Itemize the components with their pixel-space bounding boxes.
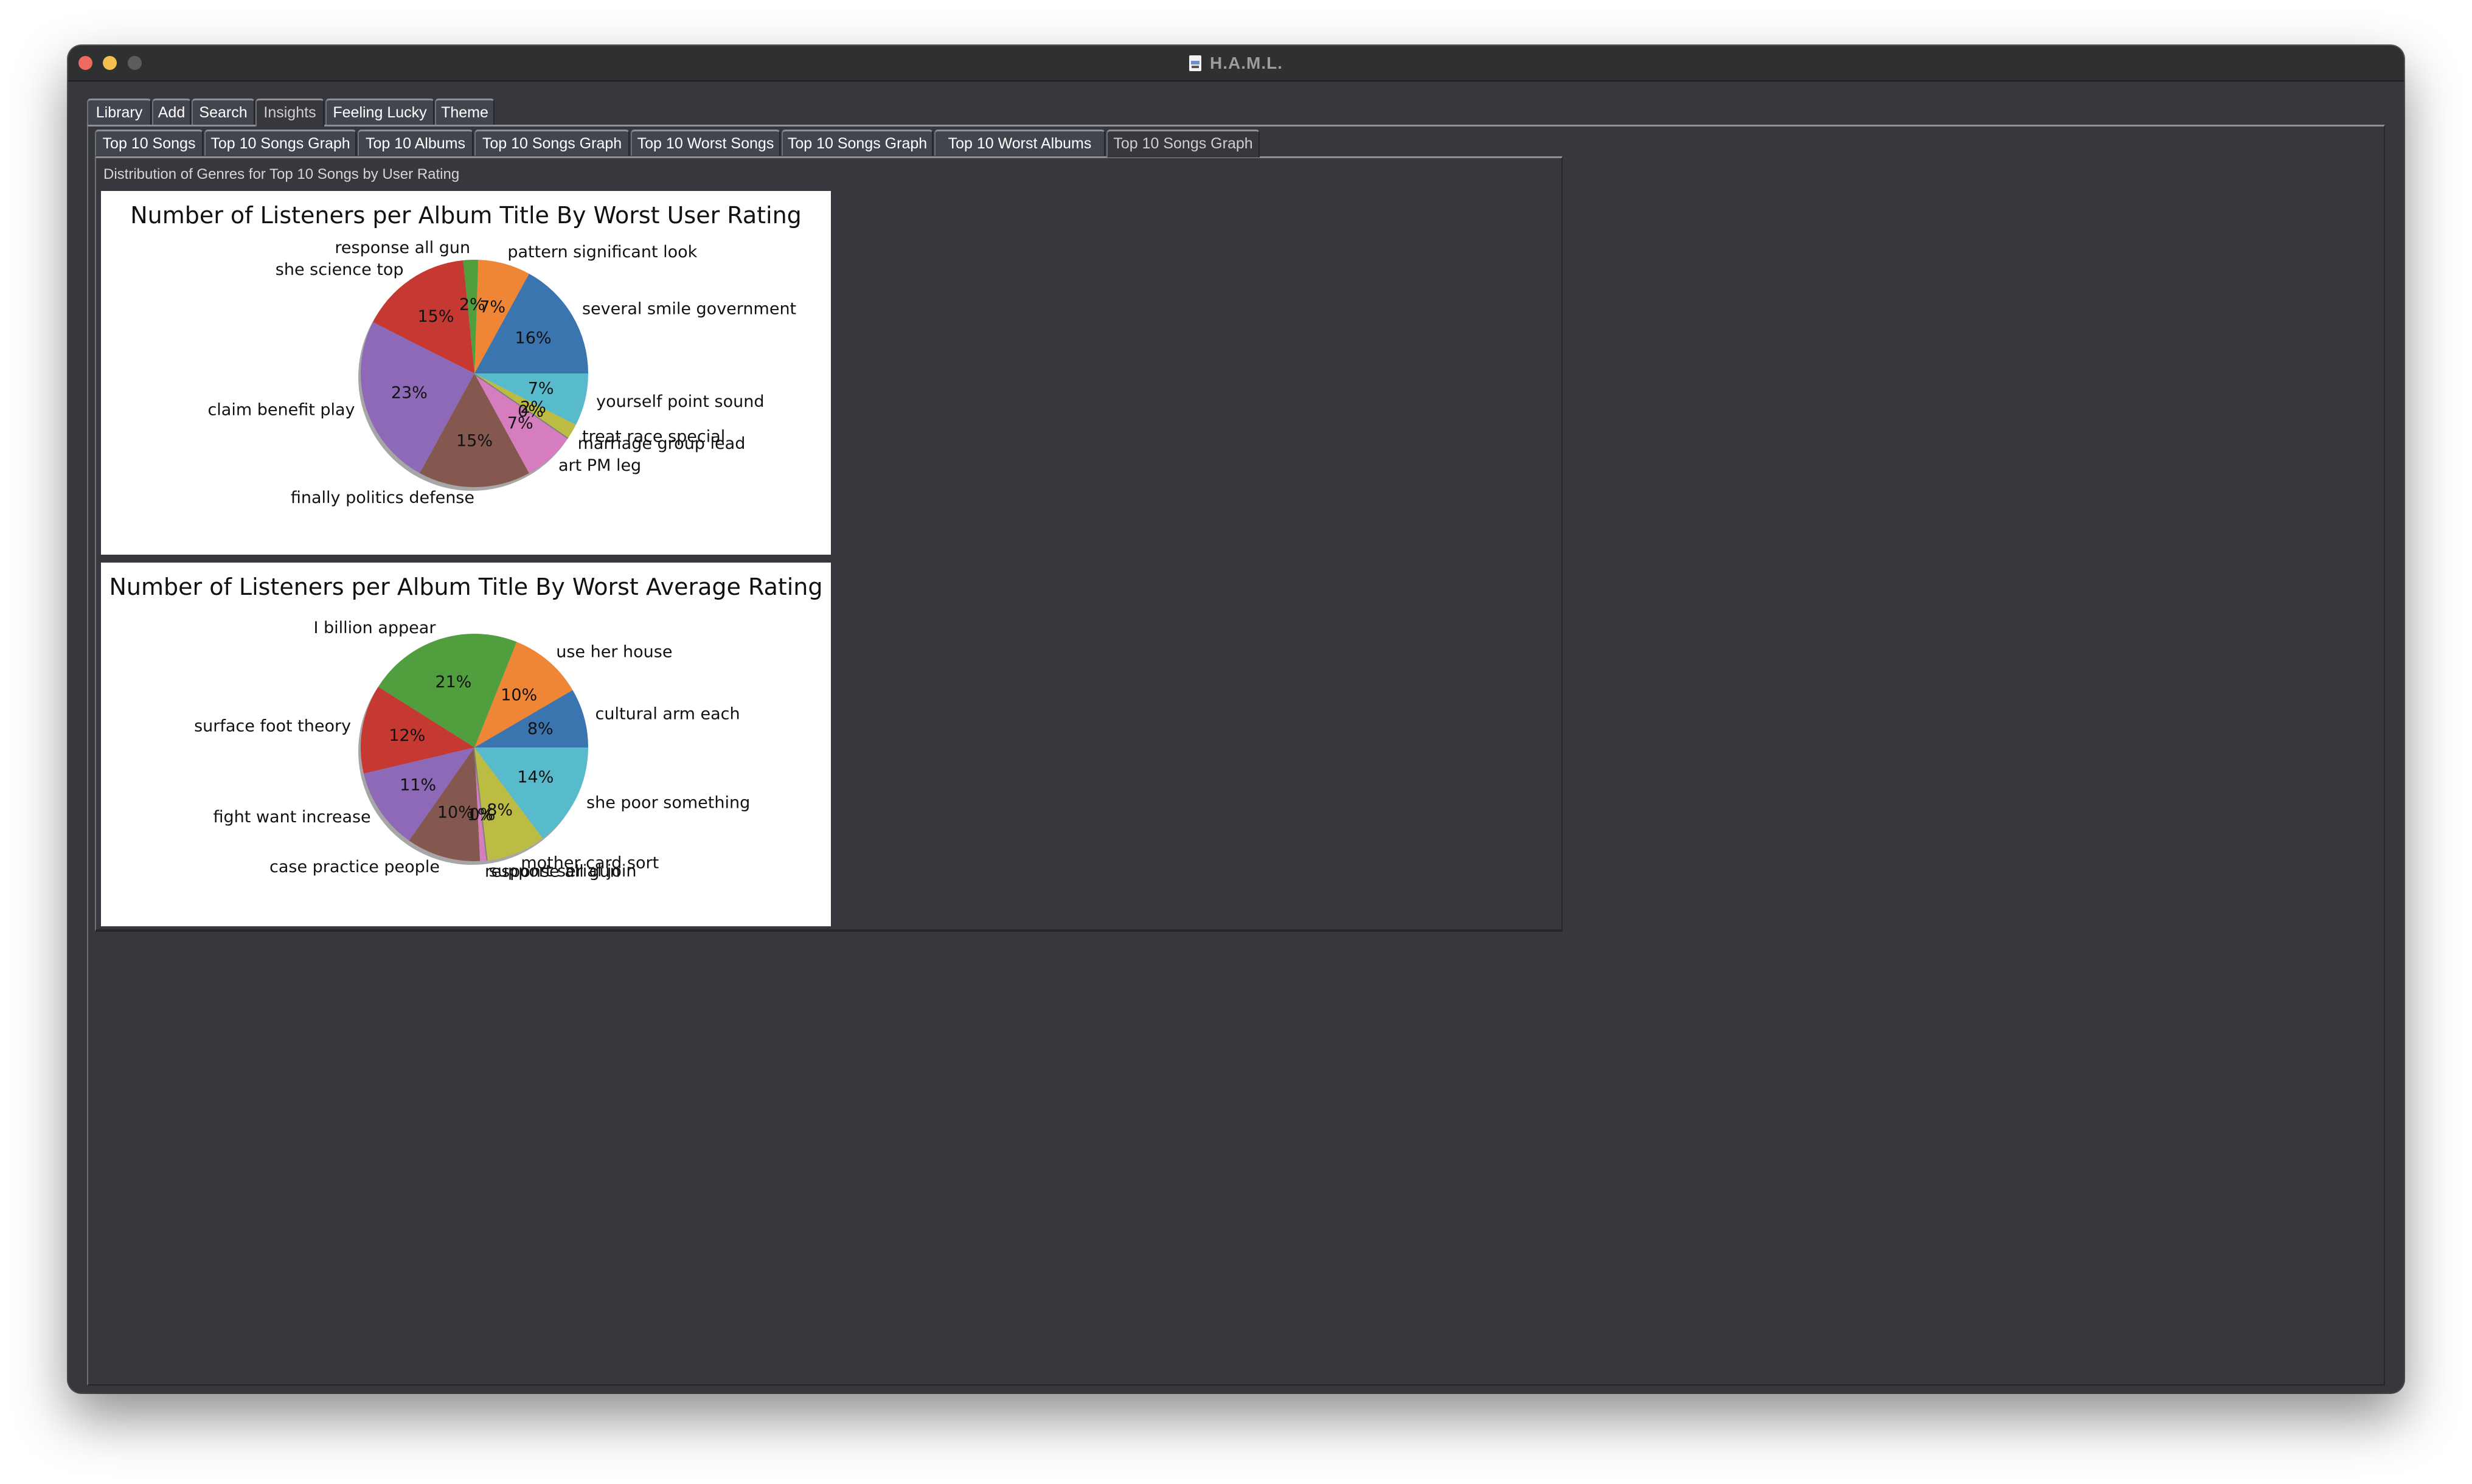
- tab-feeling-lucky[interactable]: Feeling Lucky: [325, 99, 434, 125]
- title-bar: H.A.M.L.: [68, 46, 2404, 81]
- slice-percent-label: 2%: [459, 295, 485, 314]
- pie-chart-worst-user-rating: Number of Listeners per Album Title By W…: [101, 191, 831, 555]
- subtab-top-10-worst-songs[interactable]: Top 10 Worst Songs: [631, 130, 780, 156]
- slice-percent-label: 7%: [528, 380, 554, 398]
- chart-title: Number of Listeners per Album Title By W…: [130, 202, 802, 229]
- subtab-top-10-songs-graph-1[interactable]: Top 10 Songs Graph: [204, 130, 356, 156]
- document-icon: [1189, 55, 1201, 71]
- subtab-top-10-songs-graph-4[interactable]: Top 10 Songs Graph: [1106, 130, 1260, 158]
- pie-chart-svg-1: Number of Listeners per Album Title By W…: [130, 202, 802, 507]
- slice-percent-label: 15%: [456, 432, 493, 451]
- slice-label: use her house: [556, 643, 672, 662]
- subtab-top-10-songs-graph-3[interactable]: Top 10 Songs Graph: [782, 130, 933, 156]
- slice-percent-label: 23%: [391, 384, 428, 403]
- slice-label: response all gun: [335, 238, 470, 257]
- tab-add[interactable]: Add: [152, 99, 191, 125]
- tab-library[interactable]: Library: [87, 99, 151, 125]
- slice-percent-label: 15%: [417, 307, 454, 326]
- slice-label: finally politics defense: [291, 488, 474, 507]
- pie-chart-svg-2: Number of Listeners per Album Title By W…: [109, 574, 822, 881]
- slice-label: pattern significant look: [507, 243, 697, 262]
- slice-label: cultural arm each: [595, 705, 740, 724]
- slice-percent-label: 21%: [435, 673, 471, 692]
- slice-label: art PM leg: [558, 456, 641, 475]
- slice-percent-label: 8%: [487, 801, 513, 820]
- slice-label: several smile government: [582, 300, 796, 319]
- slice-label: she science top: [276, 260, 404, 279]
- slice-label: claim benefit play: [207, 400, 355, 419]
- subtab-top-10-songs[interactable]: Top 10 Songs: [95, 130, 203, 156]
- window-title: H.A.M.L.: [1210, 53, 1283, 72]
- slice-label: fight want increase: [214, 808, 371, 827]
- subtab-top-10-albums[interactable]: Top 10 Albums: [358, 130, 473, 156]
- tab-theme[interactable]: Theme: [435, 99, 495, 125]
- slice-label: I billion appear: [313, 619, 436, 637]
- tab-insights[interactable]: Insights: [255, 99, 324, 127]
- slice-label: treat race special: [582, 427, 725, 446]
- slice-percent-label: 12%: [389, 726, 425, 745]
- app-window: H.A.M.L. Library Add Search Insights Fee…: [68, 46, 2404, 1393]
- subtab-top-10-songs-graph-2[interactable]: Top 10 Songs Graph: [474, 130, 630, 156]
- subtab-top-10-worst-albums[interactable]: Top 10 Worst Albums: [934, 130, 1105, 156]
- slice-percent-label: 11%: [400, 775, 436, 794]
- slice-label: case practice people: [269, 858, 440, 876]
- slice-percent-label: 14%: [517, 768, 554, 787]
- panel-description: Distribution of Genres for Top 10 Songs …: [103, 166, 460, 182]
- slice-percent-label: 16%: [515, 328, 552, 347]
- slice-label: yourself point sound: [596, 392, 764, 411]
- slice-percent-label: 8%: [527, 719, 554, 738]
- slice-percent-label: 10%: [501, 685, 537, 704]
- tab-search[interactable]: Search: [192, 99, 255, 125]
- slice-label: mother card sort: [521, 854, 659, 873]
- slice-percent-label: 2%: [520, 398, 546, 417]
- slice-label: surface foot theory: [194, 717, 351, 736]
- chart-title: Number of Listeners per Album Title By W…: [109, 574, 822, 600]
- slice-label: she poor something: [586, 793, 750, 812]
- pie-chart-worst-average-rating: Number of Listeners per Album Title By W…: [101, 563, 831, 926]
